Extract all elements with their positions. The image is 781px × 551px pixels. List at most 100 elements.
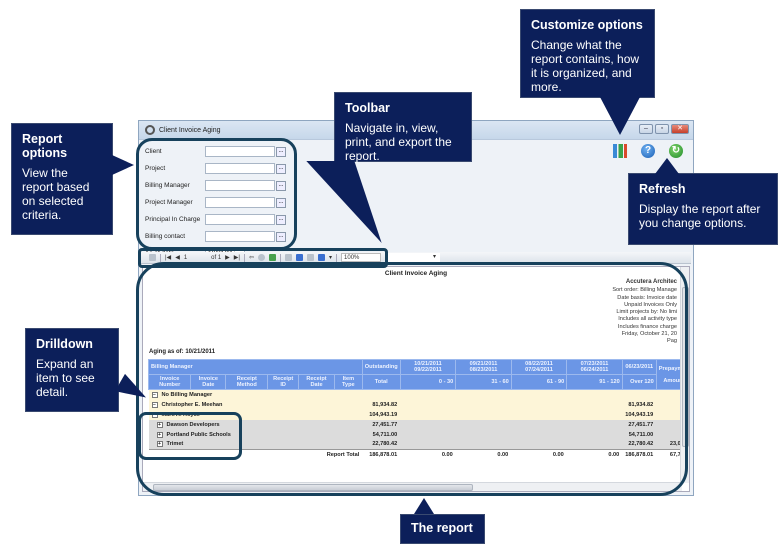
aging-table: Billing Manager Outstanding 10/21/2011 0…	[147, 359, 689, 460]
horizontal-scroll-thumb[interactable]	[153, 484, 473, 491]
col-receipt-id: Receipt ID	[267, 374, 300, 390]
col-61-90: 61 - 90	[510, 374, 568, 390]
table-row: − Mark A. Royce 104,943.19 104,943.19	[148, 409, 689, 420]
customize-options-icon[interactable]	[613, 144, 627, 158]
meta-finance-charges: Includes finance charge	[617, 323, 677, 330]
client-lookup-button[interactable]: ...	[276, 146, 286, 157]
expand-icon[interactable]: +	[156, 421, 163, 428]
company-name: Accutera Architec	[625, 279, 677, 285]
option-project-manager: Project Manager ...	[145, 194, 295, 211]
client-input[interactable]	[205, 146, 275, 157]
row-name[interactable]: Mark A. Royce	[162, 412, 200, 418]
row-name[interactable]: Trimet	[167, 441, 184, 447]
first-page-icon[interactable]: |◀	[165, 254, 171, 261]
zoom-select[interactable]: 100%	[341, 253, 382, 262]
vertical-scrollbar[interactable]	[680, 267, 689, 483]
app-icon	[145, 125, 155, 135]
report-viewer: Client Invoice Aging Accutera Architec S…	[142, 266, 690, 492]
page-setup-icon[interactable]	[307, 254, 315, 261]
meta-date-basis: Date basis: Invoice date	[617, 294, 677, 301]
meta-unpaid: Unpaid Invoices Only	[624, 301, 677, 308]
client-label: Client	[145, 148, 162, 155]
project-manager-lookup-button[interactable]: ...	[276, 197, 286, 208]
project-manager-input[interactable]	[205, 197, 275, 208]
billing-manager-input[interactable]	[205, 180, 275, 191]
zoom-dropdown-icon[interactable]: ▾	[385, 253, 441, 262]
print-layout-icon[interactable]	[296, 254, 304, 261]
client-invoice-aging-window: Client Invoice Aging – ▫ ✕ Client ... Pr…	[138, 120, 694, 496]
option-project: Project ...	[145, 160, 295, 177]
stop-icon[interactable]	[258, 254, 266, 261]
expand-icon[interactable]: +	[156, 441, 163, 448]
next-page-icon[interactable]: ▶	[225, 254, 230, 261]
document-map-icon[interactable]	[149, 254, 156, 261]
cell-total	[362, 389, 401, 400]
principal-in-charge-input[interactable]	[205, 214, 275, 225]
collapse-icon[interactable]: −	[151, 391, 158, 398]
cell-over120	[622, 389, 657, 400]
close-button[interactable]: ✕	[671, 124, 689, 134]
billing-contact-lookup-button[interactable]: ...	[276, 231, 286, 242]
col-0-30: 0 - 30	[399, 374, 457, 390]
collapse-icon[interactable]: −	[151, 401, 158, 408]
refresh-report-icon[interactable]	[269, 254, 277, 261]
row-name[interactable]: Christopher E. Meehan	[162, 402, 223, 408]
page-count: of 1	[211, 254, 222, 261]
meta-page: Pag	[667, 338, 677, 345]
billing-contact-input[interactable]	[205, 231, 275, 242]
cell-over120: 22,780.42	[622, 439, 657, 450]
report-meta: Accutera Architec Sort order: Billing Ma…	[612, 279, 677, 346]
last-page-icon[interactable]: ▶|	[234, 254, 240, 261]
billing-manager-lookup-button[interactable]: ...	[276, 180, 286, 191]
project-input[interactable]	[205, 163, 275, 174]
cell-total: 27,451.77	[362, 419, 401, 430]
report-total-row: Report Total 186,878.01 0.00 0.00 0.00 0…	[148, 449, 689, 460]
table-row: + Portland Public Schools 54,711.00 54,711.…	[148, 429, 689, 440]
group-header: Billing Manager	[148, 359, 363, 375]
cell-over120: 54,711.00	[622, 429, 657, 440]
refresh-icon[interactable]: ↻	[669, 144, 683, 158]
minimize-button[interactable]: –	[639, 124, 653, 134]
expand-icon[interactable]: +	[156, 431, 163, 438]
row-name[interactable]: No Billing Manager	[162, 392, 213, 398]
callout-drilldown: Drilldown Expand an item to see detail.	[25, 328, 119, 412]
project-lookup-button[interactable]: ...	[276, 163, 286, 174]
col-over-120: Over 120	[621, 374, 657, 390]
row-name[interactable]: Portland Public Schools	[167, 432, 231, 438]
billing-manager-label: Billing Manager	[145, 182, 190, 189]
help-icon[interactable]: ?	[641, 144, 655, 158]
col-b1-range: 10/21/2011 09/22/2011	[399, 359, 457, 375]
callout-the-report: The report	[400, 514, 485, 544]
row-name[interactable]: Dawson Developers	[167, 422, 220, 428]
cell-over120: 27,451.77	[622, 419, 657, 430]
print-icon[interactable]	[285, 254, 293, 261]
cell-over120: 104,943.19	[622, 409, 657, 420]
vertical-scroll-thumb[interactable]	[682, 287, 689, 447]
col-item-type: Item Type	[333, 374, 363, 390]
collapse-icon[interactable]: −	[151, 411, 158, 418]
billing-contact-label: Billing contact	[145, 233, 186, 240]
callout-refresh: Refresh Display the report after you cha…	[628, 173, 778, 245]
horizontal-scrollbar[interactable]	[143, 482, 682, 491]
principal-in-charge-lookup-button[interactable]: ...	[276, 214, 286, 225]
callout-toolbar: Toolbar Navigate in, view, print, and ex…	[334, 92, 472, 163]
col-receipt-date: Receipt Date	[298, 374, 335, 390]
table-row: − No Billing Manager	[148, 389, 689, 400]
export-dropdown-icon[interactable]: ▾	[329, 254, 332, 261]
option-billing-manager: Billing Manager ...	[145, 177, 295, 194]
meta-date: Friday, October 21, 20	[621, 331, 677, 338]
option-principal-in-charge: Principal In Charge ...	[145, 211, 295, 228]
col-invoice-date: Invoice Date	[190, 374, 227, 390]
cell-total: 104,943.19	[362, 409, 401, 420]
meta-limit-projects: Limit projects by: No limi	[616, 309, 677, 316]
page-number-input[interactable]: 1	[184, 255, 187, 261]
table-row: − Christopher E. Meehan 81,934.82 81,934.82	[148, 399, 689, 410]
previous-page-icon[interactable]: ◀	[175, 254, 180, 261]
back-icon[interactable]: ⇦	[249, 254, 254, 261]
meta-sort-order: Sort order: Billing Manage	[612, 287, 677, 294]
export-icon[interactable]	[318, 254, 326, 261]
col-outstanding: Outstanding	[361, 359, 401, 375]
maximize-button[interactable]: ▫	[655, 124, 669, 134]
col-invoice-number: Invoice Number	[147, 374, 192, 390]
report-options-panel: Client ... Project ... Billing Manager .…	[145, 143, 295, 262]
